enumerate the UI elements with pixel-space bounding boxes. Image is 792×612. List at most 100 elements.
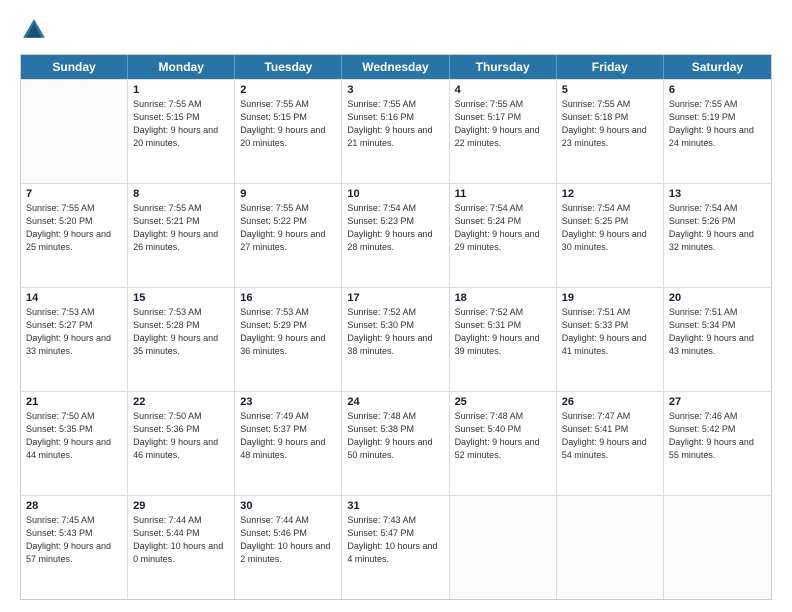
calendar-cell-13: 13 Sunrise: 7:54 AMSunset: 5:26 PMDayligh…	[664, 184, 771, 287]
day-number: 31	[347, 500, 443, 512]
calendar-cell-23: 23 Sunrise: 7:49 AMSunset: 5:37 PMDayligh…	[235, 392, 342, 495]
day-number: 5	[562, 84, 658, 96]
calendar-cell-8: 8Sunrise: 7:55 AMSunset: 5:21 PMDaylight…	[128, 184, 235, 287]
logo-icon	[20, 16, 48, 44]
cell-info: Sunrise: 7:54 AMSunset: 5:25 PMDaylight:…	[562, 202, 658, 254]
calendar-header: SundayMondayTuesdayWednesdayThursdayFrid…	[21, 55, 771, 79]
day-number: 9	[240, 188, 336, 200]
page: SundayMondayTuesdayWednesdayThursdayFrid…	[0, 0, 792, 612]
day-number: 24	[347, 396, 443, 408]
cell-info: Sunrise: 7:55 AMSunset: 5:16 PMDaylight:…	[347, 98, 443, 150]
calendar-cell-empty	[450, 496, 557, 599]
day-number: 20	[669, 292, 766, 304]
cell-info: Sunrise: 7:55 AMSunset: 5:20 PMDaylight:…	[26, 202, 122, 254]
calendar-cell-19: 19Sunrise: 7:51 AMSunset: 5:33 PMDayligh…	[557, 288, 664, 391]
cell-info: Sunrise: 7:50 AMSunset: 5:36 PMDaylight:…	[133, 410, 229, 462]
day-number: 23	[240, 396, 336, 408]
day-number: 17	[347, 292, 443, 304]
cell-info: Sunrise: 7:51 AMSunset: 5:34 PMDaylight:…	[669, 306, 766, 358]
calendar-cell-31: 31Sunrise: 7:43 AMSunset: 5:47 PMDayligh…	[342, 496, 449, 599]
weekday-header-tuesday: Tuesday	[235, 55, 342, 79]
calendar-cell-1: 1 Sunrise: 7:55 AMSunset: 5:15 PMDaylight…	[128, 80, 235, 183]
day-number: 28	[26, 500, 122, 512]
calendar-cell-2: 2 Sunrise: 7:55 AMSunset: 5:15 PMDaylight…	[235, 80, 342, 183]
cell-info: Sunrise: 7:53 AMSunset: 5:28 PMDaylight:…	[133, 306, 229, 358]
day-number: 30	[240, 500, 336, 512]
calendar-row-3: 21 Sunrise: 7:50 AMSunset: 5:35 PMDayligh…	[21, 391, 771, 495]
calendar-cell-25: 25 Sunrise: 7:48 AMSunset: 5:40 PMDayligh…	[450, 392, 557, 495]
calendar-cell-22: 22 Sunrise: 7:50 AMSunset: 5:36 PMDayligh…	[128, 392, 235, 495]
day-number: 1	[133, 84, 229, 96]
cell-info: Sunrise: 7:53 AMSunset: 5:27 PMDaylight:…	[26, 306, 122, 358]
cell-info: Sunrise: 7:53 AMSunset: 5:29 PMDaylight:…	[240, 306, 336, 358]
calendar-row-1: 7 Sunrise: 7:55 AMSunset: 5:20 PMDaylight…	[21, 183, 771, 287]
cell-info: Sunrise: 7:55 AMSunset: 5:22 PMDaylight:…	[240, 202, 336, 254]
calendar-cell-30: 30 Sunrise: 7:44 AMSunset: 5:46 PMDayligh…	[235, 496, 342, 599]
day-number: 8	[133, 188, 229, 200]
calendar-cell-18: 18 Sunrise: 7:52 AMSunset: 5:31 PMDayligh…	[450, 288, 557, 391]
day-number: 12	[562, 188, 658, 200]
calendar-cell-14: 14 Sunrise: 7:53 AMSunset: 5:27 PMDayligh…	[21, 288, 128, 391]
cell-info: Sunrise: 7:52 AMSunset: 5:30 PMDaylight:…	[347, 306, 443, 358]
cell-info: Sunrise: 7:55 AMSunset: 5:18 PMDaylight:…	[562, 98, 658, 150]
day-number: 11	[455, 188, 551, 200]
day-number: 25	[455, 396, 551, 408]
calendar-row-4: 28Sunrise: 7:45 AMSunset: 5:43 PMDayligh…	[21, 495, 771, 599]
calendar-cell-17: 17 Sunrise: 7:52 AMSunset: 5:30 PMDayligh…	[342, 288, 449, 391]
day-number: 19	[562, 292, 658, 304]
day-number: 27	[669, 396, 766, 408]
cell-info: Sunrise: 7:49 AMSunset: 5:37 PMDaylight:…	[240, 410, 336, 462]
day-number: 29	[133, 500, 229, 512]
cell-info: Sunrise: 7:54 AMSunset: 5:26 PMDaylight:…	[669, 202, 766, 254]
calendar-row-0: 1 Sunrise: 7:55 AMSunset: 5:15 PMDaylight…	[21, 79, 771, 183]
cell-info: Sunrise: 7:50 AMSunset: 5:35 PMDaylight:…	[26, 410, 122, 462]
day-number: 26	[562, 396, 658, 408]
calendar-cell-11: 11Sunrise: 7:54 AMSunset: 5:24 PMDayligh…	[450, 184, 557, 287]
weekday-header-monday: Monday	[128, 55, 235, 79]
day-number: 18	[455, 292, 551, 304]
calendar-cell-26: 26 Sunrise: 7:47 AMSunset: 5:41 PMDayligh…	[557, 392, 664, 495]
day-number: 6	[669, 84, 766, 96]
weekday-header-wednesday: Wednesday	[342, 55, 449, 79]
weekday-header-friday: Friday	[557, 55, 664, 79]
calendar-cell-16: 16Sunrise: 7:53 AMSunset: 5:29 PMDayligh…	[235, 288, 342, 391]
calendar-cell-29: 29Sunrise: 7:44 AMSunset: 5:44 PMDayligh…	[128, 496, 235, 599]
calendar-cell-5: 5 Sunrise: 7:55 AMSunset: 5:18 PMDaylight…	[557, 80, 664, 183]
cell-info: Sunrise: 7:48 AMSunset: 5:38 PMDaylight:…	[347, 410, 443, 462]
calendar-cell-24: 24 Sunrise: 7:48 AMSunset: 5:38 PMDayligh…	[342, 392, 449, 495]
weekday-header-saturday: Saturday	[664, 55, 771, 79]
day-number: 10	[347, 188, 443, 200]
calendar-cell-9: 9 Sunrise: 7:55 AMSunset: 5:22 PMDaylight…	[235, 184, 342, 287]
header	[20, 16, 772, 44]
day-number: 4	[455, 84, 551, 96]
cell-info: Sunrise: 7:55 AMSunset: 5:15 PMDaylight:…	[240, 98, 336, 150]
calendar-cell-21: 21 Sunrise: 7:50 AMSunset: 5:35 PMDayligh…	[21, 392, 128, 495]
day-number: 7	[26, 188, 122, 200]
cell-info: Sunrise: 7:55 AMSunset: 5:15 PMDaylight:…	[133, 98, 229, 150]
day-number: 15	[133, 292, 229, 304]
calendar-cell-28: 28Sunrise: 7:45 AMSunset: 5:43 PMDayligh…	[21, 496, 128, 599]
calendar-body: 1 Sunrise: 7:55 AMSunset: 5:15 PMDaylight…	[21, 79, 771, 599]
day-number: 3	[347, 84, 443, 96]
cell-info: Sunrise: 7:54 AMSunset: 5:23 PMDaylight:…	[347, 202, 443, 254]
cell-info: Sunrise: 7:55 AMSunset: 5:17 PMDaylight:…	[455, 98, 551, 150]
calendar-cell-7: 7 Sunrise: 7:55 AMSunset: 5:20 PMDaylight…	[21, 184, 128, 287]
cell-info: Sunrise: 7:47 AMSunset: 5:41 PMDaylight:…	[562, 410, 658, 462]
day-number: 21	[26, 396, 122, 408]
calendar-cell-3: 3 Sunrise: 7:55 AMSunset: 5:16 PMDaylight…	[342, 80, 449, 183]
weekday-header-sunday: Sunday	[21, 55, 128, 79]
cell-info: Sunrise: 7:55 AMSunset: 5:19 PMDaylight:…	[669, 98, 766, 150]
cell-info: Sunrise: 7:52 AMSunset: 5:31 PMDaylight:…	[455, 306, 551, 358]
calendar-cell-20: 20 Sunrise: 7:51 AMSunset: 5:34 PMDayligh…	[664, 288, 771, 391]
cell-info: Sunrise: 7:44 AMSunset: 5:46 PMDaylight:…	[240, 514, 336, 566]
calendar-row-2: 14 Sunrise: 7:53 AMSunset: 5:27 PMDayligh…	[21, 287, 771, 391]
calendar-cell-empty	[557, 496, 664, 599]
logo	[20, 16, 52, 44]
cell-info: Sunrise: 7:48 AMSunset: 5:40 PMDaylight:…	[455, 410, 551, 462]
calendar-cell-empty	[664, 496, 771, 599]
day-number: 2	[240, 84, 336, 96]
calendar-cell-15: 15 Sunrise: 7:53 AMSunset: 5:28 PMDayligh…	[128, 288, 235, 391]
day-number: 22	[133, 396, 229, 408]
day-number: 14	[26, 292, 122, 304]
day-number: 13	[669, 188, 766, 200]
